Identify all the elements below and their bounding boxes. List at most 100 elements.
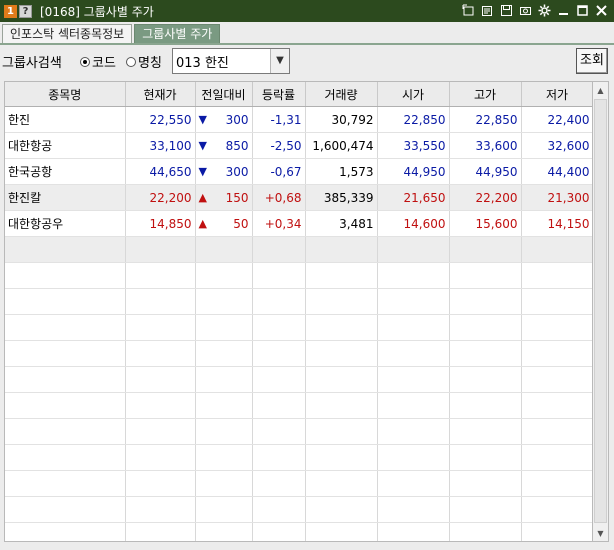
empty-row[interactable]: [5, 314, 592, 341]
cell-high: 15,600: [449, 210, 522, 237]
empty-row[interactable]: [5, 470, 592, 497]
empty-cell: [377, 314, 450, 341]
help-icon[interactable]: ?: [19, 4, 32, 18]
table-row[interactable]: 한진 22,550 ▼ 300 -1,31 30,792 22,850 22,850 22,40…: [5, 106, 592, 133]
minimize-icon[interactable]: [556, 3, 570, 18]
empty-cell: [449, 496, 522, 523]
window-controls: [461, 3, 608, 18]
empty-cell: [521, 418, 592, 445]
empty-cell: [377, 288, 450, 315]
empty-row[interactable]: [5, 496, 592, 523]
triangle-down-icon: ▼: [198, 139, 207, 152]
table-row[interactable]: 대한항공 33,100 ▼ 850 -2,50 1,600,474 33,550 33,600…: [5, 132, 592, 159]
vertical-scrollbar[interactable]: ▲ ▼: [593, 81, 609, 542]
save-icon[interactable]: [499, 3, 513, 18]
cell-name[interactable]: 한국공항: [5, 158, 126, 185]
empty-row[interactable]: [5, 340, 592, 367]
stock-table: 종목명 현재가 전일대비 등락률 거래량 시가 고가 저가 한진 22,550 ▼ 3…: [4, 81, 593, 542]
cell-change-value: 300: [225, 164, 249, 179]
col-header-high[interactable]: 고가: [449, 82, 522, 107]
cell-name[interactable]: 한진칼: [5, 184, 126, 211]
maximize-icon[interactable]: [575, 3, 589, 18]
col-header-low[interactable]: 저가: [521, 82, 592, 107]
col-header-open[interactable]: 시가: [377, 82, 450, 107]
cell-rate: -1,31: [252, 106, 306, 133]
col-header-rate[interactable]: 등락률: [252, 82, 306, 107]
table-row[interactable]: 한진칼 22,200 ▲ 150 +0,68 385,339 21,650 22,200 21,…: [5, 184, 592, 211]
empty-row[interactable]: [5, 418, 592, 445]
cell-price: 14,850: [125, 210, 196, 237]
tab-group-stock-price[interactable]: 그룹사별 주가: [134, 24, 221, 43]
cell-open: 14,600: [377, 210, 450, 237]
col-header-change[interactable]: 전일대비: [195, 82, 253, 107]
cell-price: 22,200: [125, 184, 196, 211]
memo-icon[interactable]: [480, 3, 494, 18]
empty-cell: [449, 522, 522, 541]
col-header-price[interactable]: 현재가: [125, 82, 196, 107]
cell-name[interactable]: 대한항공우: [5, 210, 126, 237]
group-select-combo[interactable]: 013 한진 ▼: [172, 48, 290, 74]
cell-volume: 3,481: [305, 210, 378, 237]
radio-code-indicator[interactable]: [80, 56, 90, 67]
col-header-volume[interactable]: 거래량: [305, 82, 378, 107]
settings-icon[interactable]: [537, 3, 551, 18]
empty-row[interactable]: [5, 288, 592, 315]
cell-volume: 30,792: [305, 106, 378, 133]
empty-cell: [195, 444, 253, 471]
empty-cell: [377, 418, 450, 445]
cell-change: ▲ 150: [195, 184, 253, 211]
empty-cell: [125, 288, 196, 315]
table-row[interactable]: 한국공항 44,650 ▼ 300 -0,67 1,573 44,950 44,950 44,4…: [5, 158, 592, 185]
empty-cell: [521, 262, 592, 289]
empty-row[interactable]: [5, 444, 592, 471]
camera-icon[interactable]: [518, 3, 532, 18]
empty-row[interactable]: [5, 366, 592, 393]
empty-row[interactable]: [5, 262, 592, 289]
radio-code[interactable]: 코드: [80, 52, 116, 71]
empty-cell: [125, 314, 196, 341]
empty-cell: [125, 340, 196, 367]
empty-cell: [5, 418, 126, 445]
cell-low: 22,400: [521, 106, 592, 133]
close-icon[interactable]: [594, 3, 608, 18]
cell-change-value: 850: [225, 138, 249, 153]
empty-cell: [252, 522, 306, 541]
cell-name[interactable]: 한진: [5, 106, 126, 133]
empty-row[interactable]: [5, 236, 592, 263]
scroll-down-icon[interactable]: ▼: [593, 525, 608, 541]
triangle-up-icon: ▲: [198, 191, 207, 204]
chevron-down-icon[interactable]: ▼: [270, 49, 289, 73]
cell-change-value: 50: [233, 216, 249, 231]
scroll-up-icon[interactable]: ▲: [593, 82, 608, 98]
empty-cell: [252, 470, 306, 497]
cell-open: 21,650: [377, 184, 450, 211]
empty-cell: [5, 340, 126, 367]
screen-number-badge[interactable]: 1: [4, 4, 17, 18]
empty-cell: [377, 340, 450, 367]
empty-cell: [5, 366, 126, 393]
cell-name[interactable]: 대한항공: [5, 132, 126, 159]
empty-row[interactable]: [5, 522, 592, 541]
group-select-value: 013 한진: [176, 56, 229, 71]
tab-infostock-sector[interactable]: 인포스탁 섹터종목정보: [2, 24, 133, 43]
empty-row[interactable]: [5, 392, 592, 419]
cell-rate: -0,67: [252, 158, 306, 185]
query-button[interactable]: 조회: [576, 48, 608, 74]
table-row[interactable]: 대한항공우 14,850 ▲ 50 +0,34 3,481 14,600 15,600 14,1…: [5, 210, 592, 237]
radio-name[interactable]: 명칭: [126, 52, 162, 71]
empty-cell: [449, 470, 522, 497]
cell-open: 33,550: [377, 132, 450, 159]
empty-cell: [252, 496, 306, 523]
empty-cell: [125, 522, 196, 541]
cell-open: 44,950: [377, 158, 450, 185]
empty-cell: [125, 496, 196, 523]
empty-cell: [305, 314, 378, 341]
new-window-icon[interactable]: [461, 3, 475, 18]
empty-cell: [125, 392, 196, 419]
tab-bar: 인포스탁 섹터종목정보 그룹사별 주가: [0, 24, 221, 43]
empty-cell: [252, 288, 306, 315]
cell-rate: +0,68: [252, 184, 306, 211]
col-header-name[interactable]: 종목명: [5, 82, 126, 107]
scrollbar-thumb[interactable]: [594, 99, 607, 523]
radio-name-indicator[interactable]: [126, 56, 136, 67]
